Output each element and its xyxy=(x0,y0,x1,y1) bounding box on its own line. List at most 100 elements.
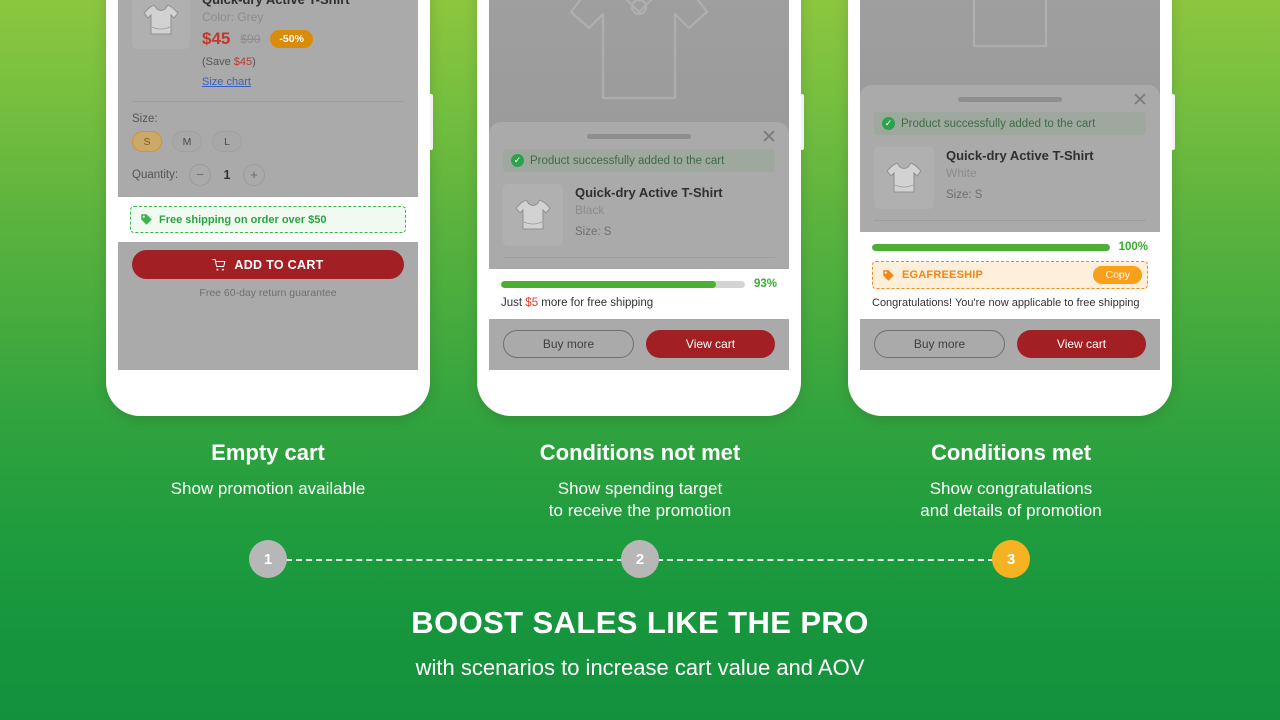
size-option-m[interactable]: M xyxy=(172,131,202,153)
success-banner: ✓ Product successfully added to the cart xyxy=(503,149,775,172)
product-summary-row: Quick-dry Active T-Shirt Black Size: S xyxy=(503,184,775,246)
copy-coupon-button[interactable]: Copy xyxy=(1093,266,1142,284)
caption-subtitle: Show spending target to receive the prom… xyxy=(460,478,820,523)
progress-fill xyxy=(501,280,716,288)
phone-side-button xyxy=(1172,94,1175,150)
progress-fill xyxy=(872,243,1110,251)
size-chart-link[interactable]: Size chart xyxy=(202,76,251,88)
buy-more-button[interactable]: Buy more xyxy=(503,330,634,358)
phone-side-button xyxy=(430,94,433,150)
caption-subtitle: Show promotion available xyxy=(170,479,366,498)
caption-title: Empty cart xyxy=(211,440,325,465)
caption-subtitle-line2: to receive the promotion xyxy=(548,501,732,521)
coupon-code: EGAFREESHIP xyxy=(902,269,984,281)
product-thumbnail xyxy=(874,147,934,209)
size-option-s[interactable]: S xyxy=(132,131,162,153)
close-icon[interactable]: ✕ xyxy=(760,128,778,147)
sheet-divider xyxy=(132,101,404,103)
size-option-l[interactable]: L xyxy=(212,131,242,153)
phone-mockup-conditions-not-met: ✕ ✓ Product successfully added to the ca… xyxy=(477,0,804,416)
step-circle-2[interactable]: 2 xyxy=(621,540,659,578)
phone2-screen: ✕ ✓ Product successfully added to the ca… xyxy=(489,0,789,370)
promo-banner: ✕ Quick-dry Active T-Shirt Color: Grey $… xyxy=(0,0,1280,720)
check-icon: ✓ xyxy=(882,117,895,130)
quantity-decrease-button[interactable]: − xyxy=(189,164,212,187)
add-to-cart-button[interactable]: ADD TO CART xyxy=(132,250,404,280)
headline-block: BOOST SALES LIKE THE PRO with scenarios … xyxy=(0,605,1280,681)
caption-subtitle-line1: Show congratulations xyxy=(929,479,1093,498)
product-color: Color: Grey xyxy=(202,10,264,25)
phone-mockup-empty-cart: ✕ Quick-dry Active T-Shirt Color: Grey $… xyxy=(106,0,433,416)
coupon-row: EGAFREESHIP Copy xyxy=(872,261,1148,289)
view-cart-button[interactable]: View cart xyxy=(646,330,775,358)
progress-track xyxy=(872,243,1110,251)
product-size: Size: S xyxy=(575,226,612,239)
product-summary-row: Quick-dry Active T-Shirt Color: Grey $45… xyxy=(132,0,404,90)
price-current: $45 xyxy=(202,29,231,49)
size-options: S M L xyxy=(132,131,404,153)
size-label: Size: xyxy=(132,113,158,126)
quantity-stepper: Quantity: − 1 + xyxy=(132,164,404,187)
sheet-divider xyxy=(503,257,775,258)
caption-subtitle: Show congratulations and details of prom… xyxy=(831,478,1191,523)
success-banner: ✓ Product successfully added to the cart xyxy=(874,112,1146,135)
headline-main: BOOST SALES LIKE THE PRO xyxy=(411,605,869,640)
sheet-grabber[interactable] xyxy=(587,134,691,139)
quantity-value: 1 xyxy=(223,168,231,183)
cart-actions: Buy more View cart xyxy=(874,330,1146,358)
step-circle-1[interactable]: 1 xyxy=(249,540,287,578)
success-text: Product successfully added to the cart xyxy=(530,154,725,167)
product-name: Quick-dry Active T-Shirt xyxy=(202,0,404,8)
phone1-screen: ✕ Quick-dry Active T-Shirt Color: Grey $… xyxy=(118,0,418,370)
price-original: $90 xyxy=(240,32,261,47)
caption-title: Conditions not met xyxy=(539,440,741,465)
check-icon: ✓ xyxy=(511,154,524,167)
cart-actions: Buy more View cart xyxy=(503,330,775,358)
close-icon[interactable]: ✕ xyxy=(1131,91,1149,110)
save-prefix: (Save xyxy=(202,56,234,69)
free-shipping-promo[interactable]: Free shipping on order over $50 xyxy=(130,206,406,234)
product-name: Quick-dry Active T-Shirt xyxy=(946,148,1094,163)
sheet-divider xyxy=(874,220,1146,221)
progress-percent: 93% xyxy=(753,278,777,290)
product-size: Size: S xyxy=(946,189,983,202)
savings-line: (Save $45) xyxy=(202,56,404,68)
note-amount: $5 xyxy=(525,297,539,309)
progress-row: 100% xyxy=(872,241,1148,253)
tag-icon xyxy=(883,269,894,281)
step-indicator: 1 2 3 xyxy=(0,540,1280,582)
sheet-grabber[interactable] xyxy=(958,97,1062,102)
product-thumbnail xyxy=(503,184,563,246)
hero-polo-shirt-icon xyxy=(569,0,709,100)
quantity-label: Quantity: xyxy=(132,169,179,182)
tag-icon xyxy=(141,214,152,226)
step-circle-3[interactable]: 3 xyxy=(992,540,1030,578)
phone-mockup-conditions-met: ✕ ✓ Product successfully added to the ca… xyxy=(848,0,1175,416)
phone2-cart-sheet: ✕ ✓ Product successfully added to the ca… xyxy=(489,122,789,370)
caption-step-3: Conditions met Show congratulations and … xyxy=(831,440,1191,523)
quantity-increase-button[interactable]: + xyxy=(243,164,266,187)
progress-percent: 100% xyxy=(1118,241,1148,253)
save-amount: $45 xyxy=(233,56,253,69)
phone3-screen: ✕ ✓ Product successfully added to the ca… xyxy=(860,0,1160,370)
free-shipping-progress-card: 93% Just $5 more for free shipping xyxy=(489,269,789,319)
hero-polo-shirt-icon xyxy=(972,0,1048,48)
discount-badge: -50% xyxy=(270,30,313,49)
promotion-card: Free shipping on order over $50 xyxy=(118,197,418,243)
free-shipping-progress-card: 100% EGAFREESHIP Copy Congratulations! Y… xyxy=(860,232,1160,319)
note-suffix: more for free shipping xyxy=(538,297,654,309)
buy-more-button[interactable]: Buy more xyxy=(874,330,1005,358)
caption-step-1: Empty cart Show promotion available xyxy=(88,440,448,500)
promo-text: Free shipping on order over $50 xyxy=(159,213,327,226)
headline-sub: with scenarios to increase cart value an… xyxy=(415,655,865,680)
product-color: Black xyxy=(575,203,605,218)
caption-step-2: Conditions not met Show spending target … xyxy=(460,440,820,523)
tshirt-icon xyxy=(143,4,179,35)
note-prefix: Just xyxy=(501,297,526,309)
view-cart-button[interactable]: View cart xyxy=(1017,330,1146,358)
price-line: $45 $90 -50% xyxy=(202,29,404,49)
progress-track xyxy=(501,280,745,288)
phone1-product-sheet: ✕ Quick-dry Active T-Shirt Color: Grey $… xyxy=(118,0,418,370)
progress-note: Just $5 more for free shipping xyxy=(501,297,777,309)
product-summary-row: Quick-dry Active T-Shirt White Size: S xyxy=(874,147,1146,209)
